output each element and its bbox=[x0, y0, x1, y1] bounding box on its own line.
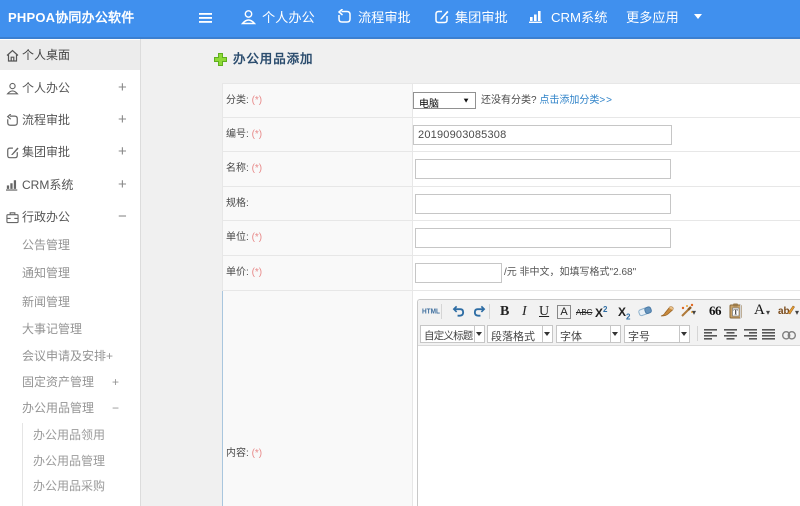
svg-text:T: T bbox=[733, 309, 738, 317]
svg-text:ab: ab bbox=[778, 306, 790, 317]
